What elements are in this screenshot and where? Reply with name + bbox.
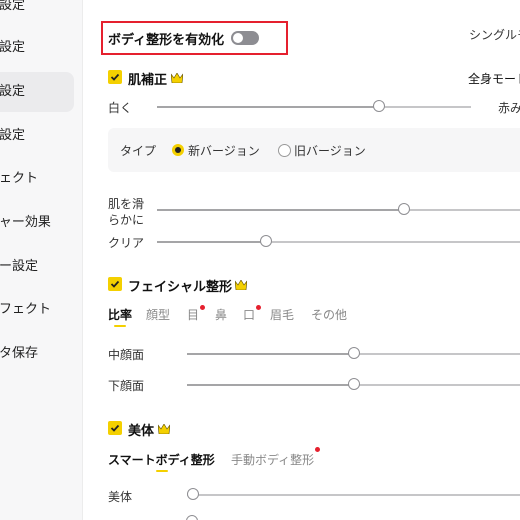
sidebar-item-data-save[interactable]: ータ保存	[0, 334, 74, 374]
tab-manual-new-dot	[315, 447, 320, 452]
lower-face-slider-fill	[187, 384, 354, 386]
sidebar: 本設定 一設定 顔設定 ク設定 フェクト チャー効果 キー設定 エフェクト ータ…	[0, 0, 83, 520]
clear-slider-handle[interactable]	[259, 235, 272, 247]
clear-label: クリア	[108, 236, 145, 250]
new-version-label[interactable]: 新バージョン	[188, 142, 260, 159]
type-label: タイプ	[120, 144, 157, 158]
checkmark-icon	[110, 280, 120, 288]
sidebar-item-label: キー設定	[0, 259, 39, 274]
lower-face-label: 下顔面	[108, 379, 145, 393]
sidebar-item-label: 本設定	[0, 0, 26, 13]
sidebar-item-hotkey[interactable]: キー設定	[0, 247, 74, 287]
sidebar-item-label: 顔設定	[0, 84, 26, 99]
tab-active-underline	[114, 325, 126, 327]
new-version-radio[interactable]	[172, 144, 184, 156]
tab-face-shape[interactable]: 顔型	[146, 306, 170, 323]
checkmark-icon	[110, 424, 120, 432]
premium-crown-icon	[235, 280, 247, 290]
skin-checkbox[interactable]	[108, 70, 122, 84]
clear-slider-fill	[157, 241, 266, 243]
sidebar-item-1[interactable]: 一設定	[0, 28, 74, 68]
whiten-label: 白く	[108, 101, 133, 115]
tab-ratio[interactable]: 比率	[108, 306, 132, 323]
mid-face-label: 中顔面	[108, 348, 145, 362]
mid-face-slider-handle[interactable]	[347, 347, 360, 359]
sidebar-item-gesture[interactable]: チャー効果	[0, 203, 74, 243]
sidebar-item-label: チャー効果	[0, 215, 51, 230]
sidebar-item-basic[interactable]: 本設定	[0, 0, 74, 26]
sidebar-item-label: 一設定	[0, 40, 26, 55]
sidebar-item-face[interactable]: 顔設定	[0, 72, 74, 112]
sidebar-item-label: エフェクト	[0, 302, 52, 317]
checkmark-icon	[110, 73, 120, 81]
whiten-slider-handle[interactable]	[373, 100, 385, 112]
smooth-slider-handle[interactable]	[397, 203, 410, 215]
body-shaping-toggle[interactable]	[231, 31, 259, 45]
lower-face-slider-handle[interactable]	[347, 378, 360, 390]
tab-nose[interactable]: 鼻	[215, 306, 227, 323]
tab-other[interactable]: その他	[311, 306, 347, 323]
tab-eyes[interactable]: 目	[187, 306, 199, 323]
sidebar-item-label: フェクト	[0, 171, 39, 186]
tab-active-underline	[156, 470, 168, 472]
body-shaping-label: ボディ整形を有効化	[108, 33, 225, 48]
sidebar-item-effect-2[interactable]: エフェクト	[0, 290, 74, 330]
sidebar-item-label: ク設定	[0, 128, 26, 143]
smooth-label-line2: らかに	[108, 213, 145, 227]
sidebar-item-label: ータ保存	[0, 346, 39, 361]
beauty-slider-handle[interactable]	[187, 488, 199, 500]
skin-title: 肌補正	[128, 73, 168, 88]
old-version-radio[interactable]	[278, 144, 291, 157]
tab-mouth[interactable]: 口	[243, 306, 255, 323]
smooth-label-line1: 肌を滑	[108, 197, 145, 211]
sidebar-item-effect[interactable]: フェクト	[0, 159, 74, 199]
sidebar-item-makeup[interactable]: ク設定	[0, 116, 74, 156]
beauty-slider-track[interactable]	[187, 494, 520, 496]
whiten-slider-fill	[157, 106, 379, 108]
main-panel: ボディ整形を有効化 シングルモ 肌補正 全身モード 白く 赤み タイプ 新バージ…	[82, 0, 520, 520]
mid-face-slider-fill	[187, 353, 354, 355]
facial-title: フェイシャル整形	[128, 280, 233, 295]
tab-manual-body[interactable]: 手動ボディ整形	[231, 451, 314, 468]
old-version-label[interactable]: 旧バージョン	[294, 142, 366, 159]
tab-eyes-new-dot	[200, 305, 205, 310]
premium-crown-icon	[171, 73, 183, 83]
beauty-title: 美体	[128, 424, 155, 439]
facial-checkbox[interactable]	[108, 277, 122, 291]
tab-smart-body[interactable]: スマートボディ整形	[108, 451, 215, 468]
tab-mouth-new-dot	[256, 305, 261, 310]
redness-label: 赤み	[498, 101, 520, 115]
next-slider-handle[interactable]	[186, 515, 198, 520]
smooth-slider-fill	[157, 209, 404, 211]
premium-crown-icon	[158, 424, 170, 434]
single-mode-label[interactable]: シングルモ	[469, 26, 520, 43]
beauty-checkbox[interactable]	[108, 421, 122, 435]
tab-eyebrows[interactable]: 眉毛	[270, 306, 294, 323]
full-body-mode-label[interactable]: 全身モード	[468, 70, 520, 87]
beauty-slider-label: 美体	[108, 490, 133, 504]
